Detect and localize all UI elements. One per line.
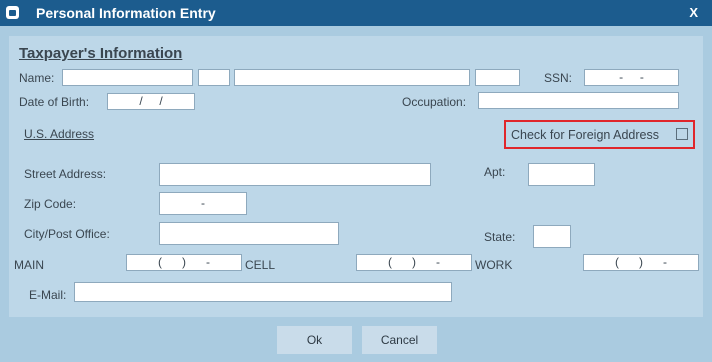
suffix-input[interactable] <box>475 69 520 86</box>
work-phone-input[interactable]: ( ) - <box>583 254 699 271</box>
app-icon <box>6 6 19 19</box>
city-input[interactable] <box>159 222 339 245</box>
window-title: Personal Information Entry <box>36 5 216 21</box>
apt-input[interactable] <box>528 163 595 186</box>
state-label: State: <box>484 230 516 244</box>
name-label: Name: <box>19 71 55 85</box>
occupation-label: Occupation: <box>402 95 467 109</box>
email-input[interactable] <box>74 282 452 302</box>
street-input[interactable] <box>159 163 431 186</box>
zip-input[interactable]: - <box>159 192 247 215</box>
state-input[interactable] <box>533 225 571 248</box>
ssn-input[interactable]: - - <box>584 69 679 86</box>
email-label: E-Mail: <box>29 288 67 302</box>
occupation-input[interactable] <box>478 92 679 109</box>
middle-initial-input[interactable] <box>198 69 230 86</box>
dob-label: Date of Birth: <box>19 95 90 109</box>
first-name-input[interactable] <box>62 69 193 86</box>
foreign-address-checkbox[interactable] <box>676 128 688 140</box>
section-title: Taxpayer's Information <box>19 45 183 62</box>
cell-phone-input[interactable]: ( ) - <box>356 254 472 271</box>
dob-input[interactable]: / / <box>107 93 195 110</box>
title-bar: Personal Information Entry X <box>0 0 712 26</box>
dialog-window: Personal Information Entry X Taxpayer's … <box>0 0 712 362</box>
work-phone-label: WORK <box>475 258 513 272</box>
us-address-link[interactable]: U.S. Address <box>24 127 94 141</box>
ssn-label: SSN: <box>544 71 573 85</box>
cell-phone-label: CELL <box>245 258 276 272</box>
street-label: Street Address: <box>24 167 107 181</box>
city-label: City/Post Office: <box>24 227 110 241</box>
apt-label: Apt: <box>484 165 506 179</box>
foreign-address-group: Check for Foreign Address <box>504 120 695 149</box>
ok-button[interactable]: Ok <box>277 326 352 354</box>
last-name-input[interactable] <box>234 69 470 86</box>
close-button[interactable]: X <box>689 5 698 20</box>
foreign-address-label: Check for Foreign Address <box>511 128 659 142</box>
main-phone-label: MAIN <box>14 258 44 272</box>
zip-label: Zip Code: <box>24 197 77 211</box>
main-phone-input[interactable]: ( ) - <box>126 254 242 271</box>
cancel-button[interactable]: Cancel <box>362 326 437 354</box>
